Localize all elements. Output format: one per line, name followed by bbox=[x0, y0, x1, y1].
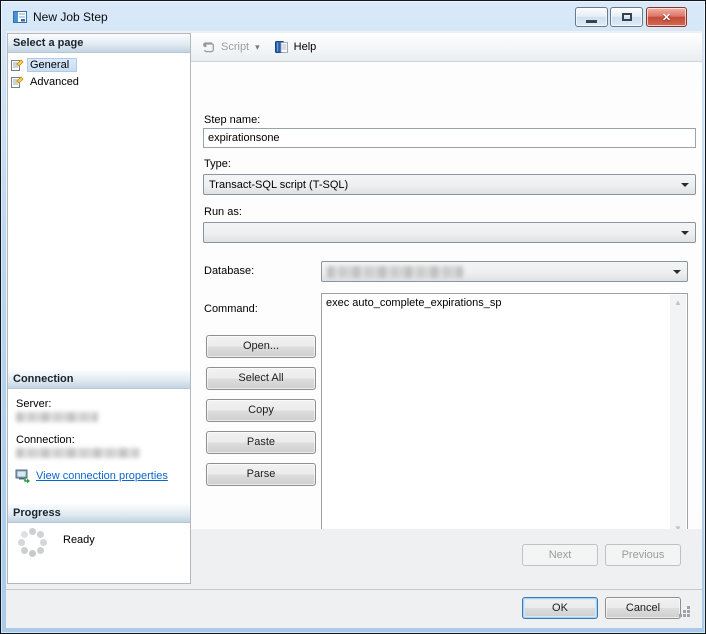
step-name-label: Step name: bbox=[204, 114, 261, 126]
connection-section-header: Connection bbox=[8, 370, 190, 389]
dialog-button-bar: OK Cancel bbox=[6, 589, 702, 628]
parse-button[interactable]: Parse bbox=[206, 463, 316, 486]
paste-button[interactable]: Paste bbox=[206, 431, 316, 454]
type-label: Type: bbox=[204, 158, 231, 170]
maximize-button[interactable] bbox=[610, 7, 643, 27]
next-button[interactable]: Next bbox=[522, 544, 598, 566]
maximize-icon bbox=[622, 13, 632, 21]
sidebar: Select a page General Advanced Connectio… bbox=[7, 33, 191, 584]
sidebar-item-label: General bbox=[27, 57, 78, 72]
cancel-button[interactable]: Cancel bbox=[605, 597, 681, 619]
help-button-label: Help bbox=[293, 41, 317, 53]
view-connection-properties-row: View connection properties bbox=[15, 468, 168, 484]
toolbar: Script ▾ Help bbox=[191, 33, 702, 62]
wizard-nav-zone: Next Previous bbox=[191, 529, 702, 589]
ok-button[interactable]: OK bbox=[522, 597, 598, 619]
sidebar-item-advanced[interactable]: Advanced bbox=[10, 73, 87, 90]
type-dropdown-value: Transact-SQL script (T-SQL) bbox=[209, 179, 349, 191]
minimize-icon bbox=[586, 20, 597, 23]
previous-button[interactable]: Previous bbox=[605, 544, 681, 566]
scroll-up-icon[interactable]: ▲ bbox=[674, 299, 682, 307]
chevron-down-icon bbox=[681, 183, 689, 187]
database-dropdown[interactable] bbox=[321, 261, 688, 282]
copy-button[interactable]: Copy bbox=[206, 399, 316, 422]
window-title: New Job Step bbox=[33, 10, 108, 24]
open-button[interactable]: Open... bbox=[206, 335, 316, 358]
script-button-label: Script bbox=[221, 41, 250, 53]
sidebar-item-general[interactable]: General bbox=[10, 56, 78, 73]
database-label: Database: bbox=[204, 265, 255, 277]
server-value-redacted bbox=[16, 412, 98, 422]
minimize-button[interactable] bbox=[575, 7, 608, 27]
type-dropdown[interactable]: Transact-SQL script (T-SQL) bbox=[203, 174, 696, 195]
server-label: Server: bbox=[16, 398, 52, 410]
resize-grip[interactable] bbox=[687, 614, 690, 617]
run-as-dropdown[interactable] bbox=[203, 222, 696, 243]
page-icon bbox=[10, 75, 24, 89]
script-button[interactable]: Script ▾ bbox=[201, 39, 260, 55]
close-button[interactable]: ✕ bbox=[646, 7, 687, 27]
new-job-step-dialog: New Job Step ✕ Select a page General Adv… bbox=[0, 0, 706, 634]
run-as-label: Run as: bbox=[204, 206, 242, 218]
connection-label: Connection: bbox=[16, 434, 75, 446]
progress-spinner-icon bbox=[29, 539, 36, 546]
close-icon: ✕ bbox=[661, 12, 672, 24]
vertical-scrollbar[interactable]: ▲ ▼ bbox=[670, 295, 686, 537]
step-name-input[interactable] bbox=[203, 128, 696, 148]
help-icon bbox=[274, 39, 290, 55]
page-icon bbox=[10, 58, 24, 72]
view-connection-properties-link[interactable]: View connection properties bbox=[36, 470, 168, 482]
general-page-panel: Step name: Type: Transact-SQL script (T-… bbox=[191, 62, 702, 556]
job-step-app-icon bbox=[12, 9, 28, 25]
chevron-down-icon bbox=[681, 231, 689, 235]
command-text: exec auto_complete_expirations_sp bbox=[326, 297, 502, 309]
script-dropdown-icon[interactable]: ▾ bbox=[255, 42, 260, 53]
sidebar-item-label: Advanced bbox=[30, 75, 79, 88]
dialog-client-area: Select a page General Advanced Connectio… bbox=[6, 31, 702, 628]
progress-status: Ready bbox=[63, 534, 95, 546]
connection-value-redacted bbox=[16, 448, 140, 458]
select-all-button[interactable]: Select All bbox=[206, 367, 316, 390]
help-button[interactable]: Help bbox=[274, 39, 317, 55]
command-label: Command: bbox=[204, 303, 258, 315]
titlebar[interactable]: New Job Step ✕ bbox=[2, 2, 704, 31]
command-textarea[interactable]: exec auto_complete_expirations_sp ▲ ▼ ◄ … bbox=[321, 293, 688, 556]
connection-properties-icon bbox=[15, 468, 31, 484]
script-icon bbox=[201, 39, 217, 55]
chevron-down-icon bbox=[673, 270, 681, 274]
progress-section-header: Progress bbox=[8, 504, 190, 523]
database-value-redacted bbox=[327, 266, 463, 278]
select-a-page-header: Select a page bbox=[8, 34, 190, 53]
